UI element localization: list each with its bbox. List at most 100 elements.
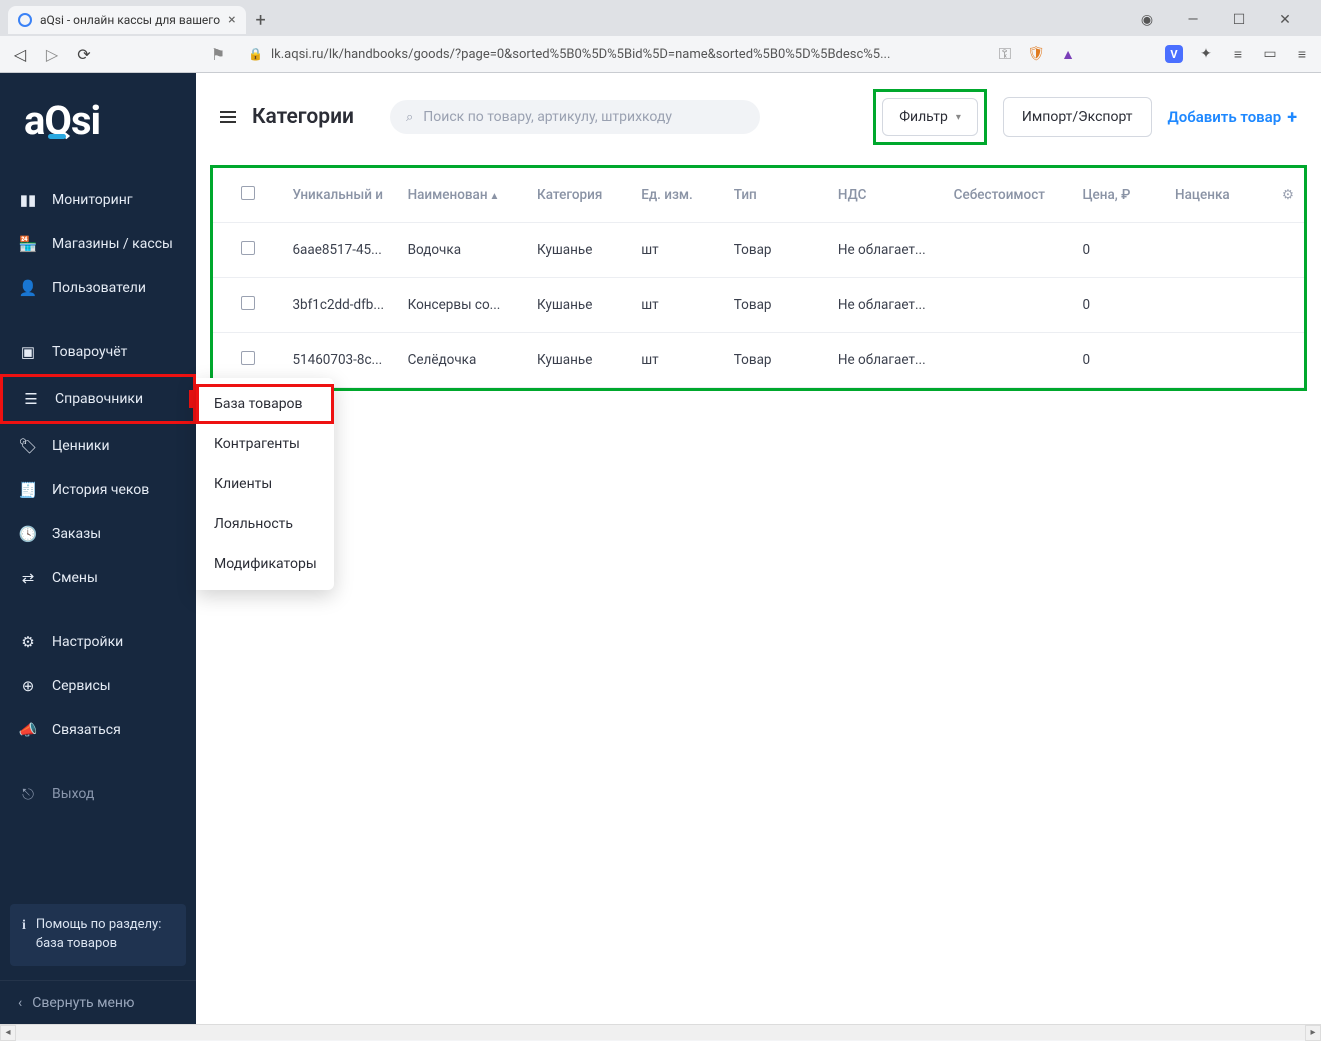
col-cost[interactable]: Себестоимост [944, 168, 1073, 223]
scrollbar-track[interactable] [16, 1025, 1305, 1041]
card-ext-icon[interactable]: ▭ [1261, 45, 1279, 63]
hamburger-icon[interactable] [220, 111, 236, 123]
sidebar-label: Смены [52, 570, 98, 586]
sidebar-item-handbooks[interactable]: ☰ Справочники [0, 374, 196, 424]
sidebar-item-orders[interactable]: 🕓Заказы [0, 512, 196, 556]
add-item-button[interactable]: Добавить товар + [1168, 107, 1297, 128]
logo: aQsi [0, 91, 196, 174]
help-sub: база товаров [36, 935, 161, 954]
table-header-row: Уникальный и Наименован▲ Категория Ед. и… [213, 168, 1304, 223]
new-tab-button[interactable]: + [248, 7, 274, 33]
sidebar-label: Магазины / кассы [52, 236, 173, 252]
sidebar-item-monitoring[interactable]: ▮▮Мониторинг [0, 178, 196, 222]
topbar: Категории ⌕ Фильтр ▾ Импорт/Экспорт Доба… [196, 73, 1321, 165]
scroll-left-icon[interactable]: ◂ [0, 1025, 16, 1041]
help-box[interactable]: i Помощь по разделу: база товаров [10, 904, 186, 966]
sidebar-item-users[interactable]: 👤Пользователи [0, 266, 196, 310]
col-settings[interactable]: ⚙ [1258, 168, 1304, 223]
sidebar-item-receipts[interactable]: 🧾История чеков [0, 468, 196, 512]
table-row[interactable]: 3bf1c2dd-dfb...Консервы со...КушаньештТо… [213, 278, 1304, 333]
maximize-icon[interactable]: ☐ [1219, 7, 1259, 33]
cell-vat: Не облагает... [828, 278, 944, 333]
col-id[interactable]: Уникальный и [282, 168, 397, 223]
browser-tab[interactable]: aQsi - онлайн кассы для вашего × [8, 6, 246, 34]
v-ext-icon[interactable]: V [1165, 45, 1183, 63]
info-icon: i [22, 916, 26, 954]
collapse-menu-button[interactable]: ‹ Свернуть меню [0, 980, 196, 1025]
checkbox-icon[interactable] [241, 241, 255, 255]
submenu-item-goods[interactable]: База товаров [196, 384, 334, 424]
tab-bar: aQsi - онлайн кассы для вашего × + ◉ — ☐… [0, 0, 1321, 36]
table-row[interactable]: 51460703-8c...СелёдочкаКушаньештТоварНе … [213, 333, 1304, 388]
shield-ext-icon[interactable]: 🛡 [1027, 45, 1045, 63]
goods-table-highlight: Уникальный и Наименован▲ Категория Ед. и… [210, 165, 1307, 391]
col-margin[interactable]: Наценка [1165, 168, 1258, 223]
submenu-item-clients[interactable]: Клиенты [196, 464, 334, 504]
swap-icon: ⇄ [18, 568, 38, 588]
sidebar-label: История чеков [52, 482, 149, 498]
tab-close-icon[interactable]: × [228, 12, 235, 28]
cell-unit: шт [631, 333, 724, 388]
submenu-item-counterparties[interactable]: Контрагенты [196, 424, 334, 464]
sidebar-label: Товароучёт [52, 344, 127, 360]
submenu-item-loyalty[interactable]: Лояльность [196, 504, 334, 544]
forward-button[interactable]: ▷ [42, 45, 62, 64]
scroll-right-icon[interactable]: ▸ [1305, 1025, 1321, 1041]
row-checkbox-cell[interactable] [213, 223, 282, 278]
sidebar-item-pricetags[interactable]: 🏷Ценники [0, 424, 196, 468]
megaphone-icon: 📣 [18, 720, 38, 740]
search-input[interactable] [423, 109, 744, 125]
close-icon[interactable]: ✕ [1265, 7, 1305, 33]
search-box[interactable]: ⌕ [390, 100, 760, 134]
sidebar-label: Связаться [52, 722, 121, 738]
back-button[interactable]: ◁ [10, 45, 30, 64]
key-icon[interactable]: ⚿ [995, 44, 1015, 64]
sidebar-item-stores[interactable]: 🏪 Магазины / кассы [0, 222, 196, 266]
import-export-button[interactable]: Импорт/Экспорт [1003, 97, 1152, 137]
checkbox-icon[interactable] [241, 186, 255, 200]
sidebar-item-inventory[interactable]: ▣ Товароучёт [0, 330, 196, 374]
col-unit[interactable]: Ед. изм. [631, 168, 724, 223]
table-row[interactable]: 6aae8517-45...ВодочкаКушаньештТоварНе об… [213, 223, 1304, 278]
col-category[interactable]: Категория [527, 168, 631, 223]
col-type[interactable]: Тип [724, 168, 828, 223]
gear-icon: ⚙ [18, 632, 38, 652]
cell-gear [1258, 278, 1304, 333]
plus-circle-icon: ⊕ [18, 676, 38, 696]
minimize-icon[interactable]: — [1173, 7, 1213, 33]
menu-ext-icon[interactable]: ≡ [1293, 45, 1311, 63]
col-name[interactable]: Наименован▲ [398, 168, 527, 223]
lock-icon: 🔒 [248, 47, 263, 61]
filter-label: Фильтр [899, 109, 948, 125]
gear-icon[interactable]: ⚙ [1282, 187, 1294, 203]
sidebar: aQsi ▮▮Мониторинг 🏪 Магазины / кассы 👤Пол… [0, 73, 196, 1025]
bookmark-icon[interactable]: ⚑ [208, 45, 228, 64]
col-price[interactable]: Цена, ₽ [1072, 168, 1165, 223]
checkbox-icon[interactable] [241, 296, 255, 310]
bar-chart-icon: ▮▮ [18, 190, 38, 210]
checkbox-icon[interactable] [241, 351, 255, 365]
sidebar-item-contact[interactable]: 📣 Связаться [0, 708, 196, 752]
goods-table: Уникальный и Наименован▲ Категория Ед. и… [213, 168, 1304, 388]
store-icon: 🏪 [18, 234, 38, 254]
puzzle-ext-icon[interactable]: ✦ [1197, 45, 1215, 63]
sidebar-item-settings[interactable]: ⚙Настройки [0, 620, 196, 664]
cell-margin [1165, 333, 1258, 388]
sidebar-item-services[interactable]: ⊕Сервисы [0, 664, 196, 708]
list-ext-icon[interactable]: ≡ [1229, 45, 1247, 63]
box-icon: ▣ [18, 342, 38, 362]
tab-title: aQsi - онлайн кассы для вашего [40, 13, 220, 27]
url-field[interactable]: 🔒 lk.aqsi.ru/lk/handbooks/goods/?page=0&… [240, 43, 983, 66]
submenu-item-modifiers[interactable]: Модификаторы [196, 544, 334, 584]
row-checkbox-cell[interactable] [213, 278, 282, 333]
reload-button[interactable]: ⟳ [74, 45, 94, 64]
favicon-icon [18, 13, 32, 27]
circle-icon[interactable]: ◉ [1127, 7, 1167, 33]
triangle-ext-icon[interactable]: ▲ [1059, 45, 1077, 63]
sidebar-item-shifts[interactable]: ⇄ Смены [0, 556, 196, 600]
col-vat[interactable]: НДС [828, 168, 944, 223]
sidebar-item-exit[interactable]: ⎋Выход [0, 772, 196, 816]
select-all-header[interactable] [213, 168, 282, 223]
filter-button[interactable]: Фильтр ▾ [882, 98, 978, 136]
horizontal-scrollbar[interactable]: ◂ ▸ [0, 1024, 1321, 1040]
